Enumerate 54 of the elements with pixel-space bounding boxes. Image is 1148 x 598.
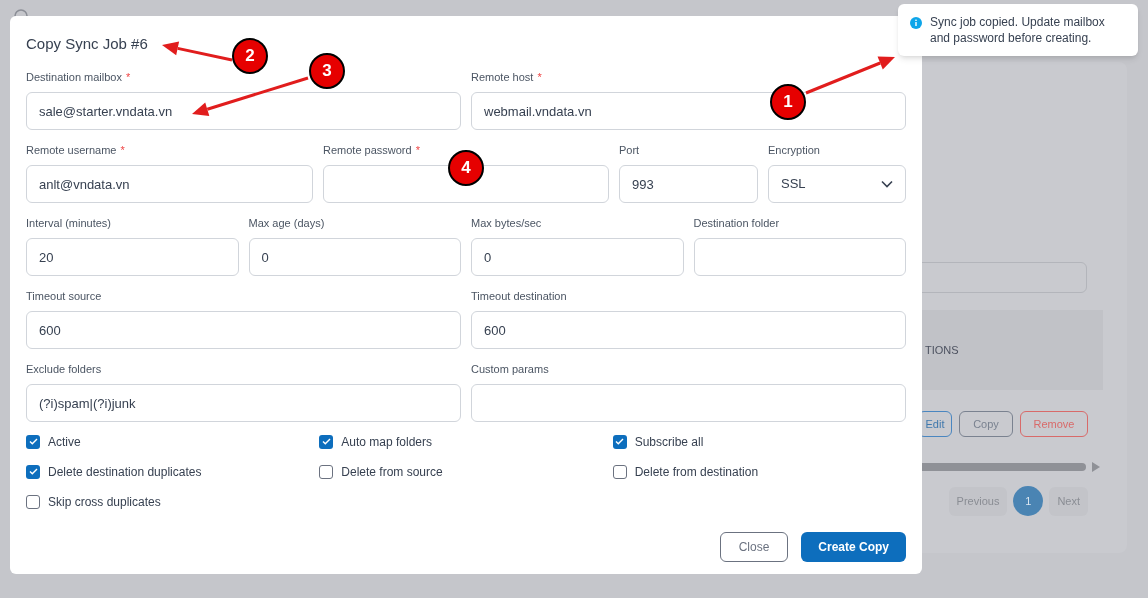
text-field[interactable]: anlt@vndata.vn	[26, 165, 313, 203]
field-label: Port	[619, 142, 640, 158]
field-label: Custom params	[471, 361, 549, 377]
encryption-select[interactable]: SSL	[768, 165, 906, 203]
field-label: Max age (days)	[248, 215, 325, 231]
text-field[interactable]: 600	[471, 311, 906, 349]
required-mark: *	[537, 69, 542, 85]
checkbox[interactable]	[319, 464, 334, 479]
field-label: Destination mailbox	[26, 69, 122, 85]
checkbox-label: Delete from source	[341, 463, 443, 481]
search-icon	[13, 9, 29, 16]
text-field[interactable]: 600	[26, 311, 461, 349]
required-mark: *	[415, 142, 420, 158]
checkbox-label: Delete from destination	[634, 463, 759, 481]
checkbox[interactable]	[26, 494, 40, 509]
field-label: Timeout source	[26, 288, 102, 304]
checkbox-label: Subscribe all	[634, 433, 704, 451]
text-field[interactable]	[471, 384, 906, 422]
chevron-down-icon	[881, 180, 893, 188]
field-label: Exclude folders	[26, 361, 102, 377]
text-field[interactable]	[693, 238, 906, 276]
field-label: Remote host	[471, 69, 534, 85]
text-field[interactable]: 0	[248, 238, 461, 276]
create-copy-button[interactable]: Create Copy	[801, 532, 906, 562]
field-label: Max bytes/sec	[471, 215, 542, 231]
required-mark: *	[126, 69, 131, 85]
column-header: TIONS	[925, 342, 959, 358]
required-mark: *	[120, 142, 125, 158]
scroll-right-icon	[1092, 462, 1100, 472]
annotation-arrow	[162, 41, 233, 62]
checkbox-label: Skip cross duplicates	[48, 493, 161, 511]
close-button[interactable]: Close	[719, 532, 789, 562]
text-field[interactable]: 0	[471, 238, 684, 276]
checkbox-label: Auto map folders	[341, 433, 433, 451]
field-label: Encryption	[768, 142, 820, 158]
field-label: Destination folder	[693, 215, 780, 231]
toast-message: Sync job copied. Update mailbox and password before creating.	[930, 14, 1106, 46]
field-label: Remote username	[26, 142, 117, 158]
text-field[interactable]: (?i)spam|(?i)junk	[26, 384, 461, 422]
text-field[interactable]: 993	[619, 165, 758, 203]
dialog-title: Copy Sync Job #6	[26, 35, 148, 53]
field-label: Interval (minutes)	[26, 215, 111, 231]
info-icon	[910, 17, 922, 29]
field-label: Timeout destination	[471, 288, 567, 304]
text-field[interactable]: sale@starter.vndata.vn	[26, 92, 461, 130]
text-field[interactable]: 20	[26, 238, 239, 276]
checkbox-label: Active	[48, 433, 81, 451]
checkbox[interactable]	[26, 434, 40, 449]
checkbox[interactable]	[612, 464, 627, 479]
checkbox-label: Delete destination duplicates	[48, 463, 202, 481]
field-label: Remote password	[323, 142, 412, 158]
checkbox[interactable]	[319, 434, 334, 449]
checkbox[interactable]	[26, 464, 40, 479]
checkbox[interactable]	[612, 434, 627, 449]
